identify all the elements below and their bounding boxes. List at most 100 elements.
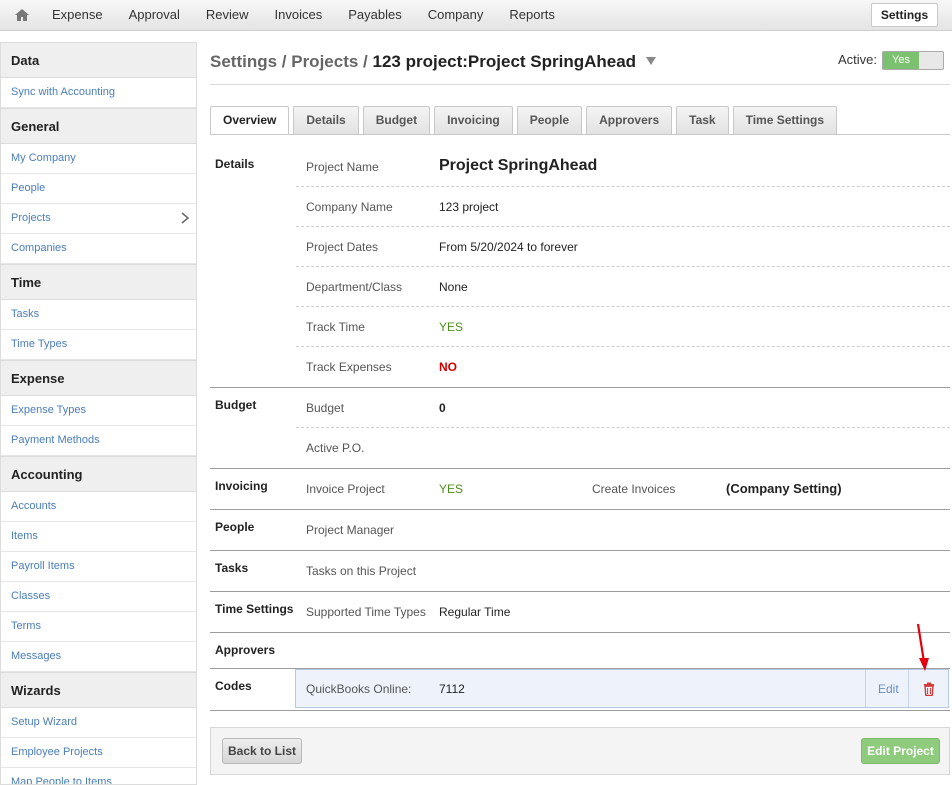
- caret-down-icon[interactable]: [646, 57, 657, 65]
- top-navigation-bar: Expense Approval Review Invoices Payable…: [0, 0, 952, 31]
- active-label: Active:: [838, 52, 878, 67]
- edit-code-link[interactable]: Edit: [878, 682, 899, 696]
- back-to-list-button[interactable]: Back to List: [222, 738, 302, 764]
- section-divider: [210, 550, 950, 551]
- nav-reports[interactable]: Reports: [496, 0, 568, 31]
- code-value: 7112: [439, 682, 465, 696]
- section-divider: [210, 509, 950, 510]
- header-divider: [210, 84, 950, 85]
- nav-payables[interactable]: Payables: [335, 0, 414, 31]
- project-dates-label: Project Dates: [306, 240, 379, 254]
- sidebar-item-accounts[interactable]: Accounts: [1, 492, 196, 522]
- sidebar-item-payroll-items[interactable]: Payroll Items: [1, 552, 196, 582]
- nav-approval[interactable]: Approval: [116, 0, 193, 31]
- project-name-label: Project Name: [306, 160, 379, 174]
- department-label: Department/Class: [306, 280, 403, 294]
- home-icon[interactable]: [12, 7, 32, 23]
- divider: [908, 670, 909, 707]
- row-divider: [296, 266, 950, 267]
- section-time-settings: Time Settings: [215, 602, 294, 616]
- sidebar-item-messages[interactable]: Messages: [1, 642, 196, 672]
- sidebar-item-items[interactable]: Items: [1, 522, 196, 552]
- create-invoices-label: Create Invoices: [592, 482, 676, 496]
- sidebar-item-tasks[interactable]: Tasks: [1, 300, 196, 330]
- top-menu: Expense Approval Review Invoices Payable…: [39, 0, 568, 31]
- section-divider: [210, 591, 950, 592]
- track-time-value: YES: [439, 320, 464, 334]
- sidebar-section-time: Time: [1, 264, 196, 300]
- sidebar-item-setup-wizard[interactable]: Setup Wizard: [1, 708, 196, 738]
- supported-time-types-label: Supported Time Types: [306, 605, 426, 619]
- row-divider: [296, 226, 950, 227]
- sidebar-item-sync-with-accounting[interactable]: Sync with Accounting: [1, 78, 196, 108]
- sidebar-section-wizards: Wizards: [1, 672, 196, 708]
- department-value: None: [439, 280, 468, 294]
- track-time-label: Track Time: [306, 320, 365, 334]
- page-title: Settings / Projects / 123 project:Projec…: [210, 52, 657, 72]
- project-manager-label: Project Manager: [306, 523, 395, 537]
- sidebar-item-people[interactable]: People: [1, 174, 196, 204]
- sidebar-section-data: Data: [1, 42, 196, 78]
- project-tabs: Overview Details Budget Invoicing People…: [210, 106, 841, 135]
- sidebar-item-expense-types[interactable]: Expense Types: [1, 396, 196, 426]
- tabs-baseline: [210, 134, 950, 135]
- tab-time-settings[interactable]: Time Settings: [732, 106, 838, 134]
- active-po-label: Active P.O.: [306, 441, 365, 455]
- row-divider: [296, 427, 950, 428]
- nav-review[interactable]: Review: [193, 0, 262, 31]
- section-tasks: Tasks: [215, 561, 249, 575]
- project-title: 123 project:Project SpringAhead: [372, 52, 637, 71]
- tab-overview[interactable]: Overview: [210, 106, 290, 135]
- trash-icon[interactable]: [922, 682, 936, 696]
- section-divider: [210, 632, 950, 633]
- edit-project-button[interactable]: Edit Project: [861, 738, 940, 764]
- section-divider: [210, 468, 950, 469]
- section-divider: [210, 710, 950, 711]
- breadcrumb[interactable]: Settings / Projects /: [210, 52, 373, 71]
- chevron-right-icon: [181, 212, 190, 224]
- section-details: Details: [215, 157, 255, 171]
- tab-details[interactable]: Details: [293, 106, 359, 134]
- active-toggle-yes: Yes: [883, 52, 919, 69]
- settings-sidebar: Data Sync with Accounting General My Com…: [0, 42, 197, 785]
- company-name-label: Company Name: [306, 200, 393, 214]
- nav-company[interactable]: Company: [415, 0, 497, 31]
- section-people: People: [215, 520, 255, 534]
- sidebar-item-companies[interactable]: Companies: [1, 234, 196, 264]
- tab-approvers[interactable]: Approvers: [586, 106, 673, 134]
- sidebar-item-projects[interactable]: Projects: [1, 204, 196, 234]
- tab-budget[interactable]: Budget: [362, 106, 431, 134]
- section-codes: Codes: [215, 679, 252, 693]
- sidebar-item-my-company[interactable]: My Company: [1, 144, 196, 174]
- nav-invoices[interactable]: Invoices: [262, 0, 336, 31]
- create-invoices-value: (Company Setting): [726, 481, 842, 496]
- tab-people[interactable]: People: [516, 106, 583, 134]
- invoice-project-value: YES: [439, 482, 464, 496]
- footer-bar: Back to List Edit Project: [210, 727, 950, 775]
- supported-time-types-value: Regular Time: [439, 605, 511, 619]
- code-row: QuickBooks Online: 7112 Edit: [295, 669, 949, 708]
- tab-invoicing[interactable]: Invoicing: [434, 106, 513, 134]
- track-expenses-value: NO: [439, 360, 457, 374]
- code-source-label: QuickBooks Online:: [306, 682, 412, 696]
- sidebar-item-time-types[interactable]: Time Types: [1, 330, 196, 360]
- tab-task[interactable]: Task: [676, 106, 729, 134]
- budget-label: Budget: [306, 401, 345, 415]
- section-divider: [210, 387, 950, 388]
- row-divider: [296, 306, 950, 307]
- sidebar-item-employee-projects[interactable]: Employee Projects: [1, 738, 196, 768]
- annotation-arrow-icon: [916, 623, 929, 671]
- settings-button[interactable]: Settings: [871, 3, 938, 27]
- nav-expense[interactable]: Expense: [39, 0, 116, 31]
- sidebar-item-classes[interactable]: Classes: [1, 582, 196, 612]
- active-toggle[interactable]: Yes: [882, 51, 944, 70]
- sidebar-item-terms[interactable]: Terms: [1, 612, 196, 642]
- sidebar-section-accounting: Accounting: [1, 456, 196, 492]
- divider: [865, 670, 866, 707]
- section-budget: Budget: [215, 398, 257, 412]
- row-divider: [296, 346, 950, 347]
- sidebar-item-map-people-to-items[interactable]: Map People to Items: [1, 768, 196, 784]
- sidebar-item-payment-methods[interactable]: Payment Methods: [1, 426, 196, 456]
- tasks-on-project-label: Tasks on this Project: [306, 564, 417, 578]
- project-dates-value: From 5/20/2024 to forever: [439, 240, 578, 254]
